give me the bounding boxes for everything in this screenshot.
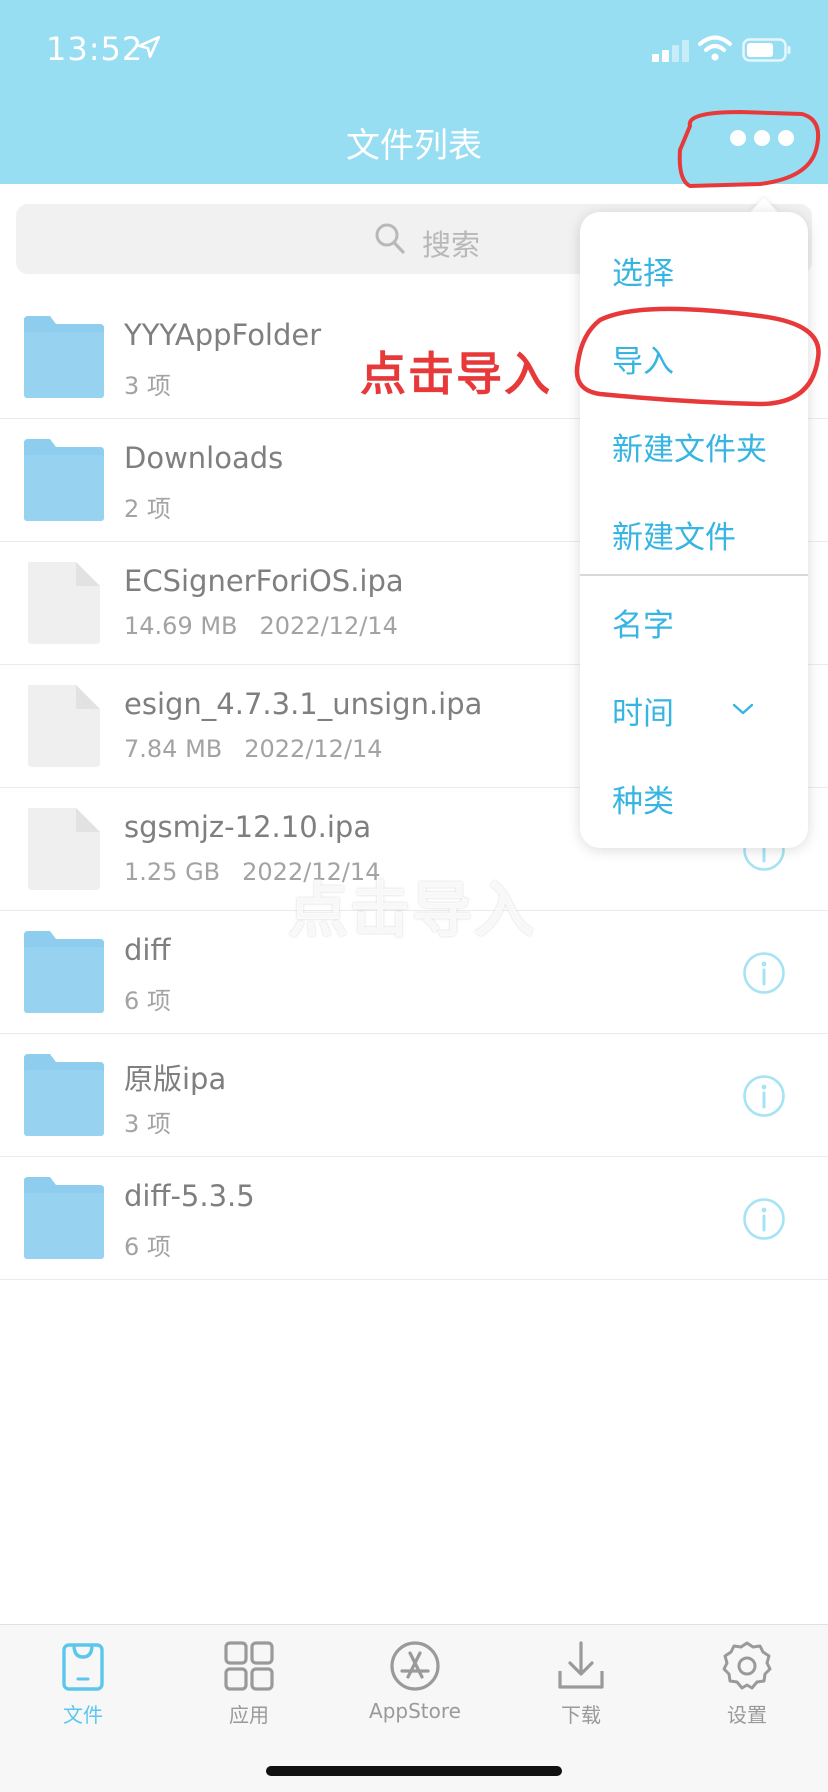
document-icon	[24, 685, 104, 767]
wifi-icon	[698, 35, 732, 61]
appstore-icon	[390, 1641, 440, 1691]
info-icon[interactable]	[742, 1197, 786, 1241]
file-size: 7.84 MB	[124, 735, 223, 763]
tab-downloads[interactable]: 下载	[498, 1639, 664, 1739]
tab-label-downloads: 下载	[561, 1703, 601, 1727]
file-size: 1.25 GB	[124, 858, 221, 886]
folder-icon	[24, 439, 104, 521]
watermark-text: 点击导入	[288, 876, 536, 946]
menu-item-import[interactable]: 导入	[612, 336, 674, 381]
file-size: 2 项	[124, 495, 171, 523]
file-meta: 2 项	[124, 489, 171, 524]
file-name: diff-5.3.5	[124, 1179, 255, 1213]
folder-icon	[24, 1054, 104, 1136]
tab-label-settings: 设置	[727, 1703, 767, 1727]
tab-apps[interactable]: 应用	[166, 1639, 332, 1739]
tab-label-apps: 应用	[229, 1703, 269, 1727]
file-name: Downloads	[124, 441, 284, 475]
navigation-header: 13:52 文件列表	[0, 0, 828, 184]
location-arrow-icon	[137, 35, 161, 59]
home-indicator	[266, 1766, 562, 1776]
file-size: 3 项	[124, 372, 171, 400]
tab-appstore[interactable]: AppStore	[332, 1639, 498, 1739]
menu-item-new-folder[interactable]: 新建文件夹	[612, 424, 767, 469]
battery-icon	[742, 38, 791, 62]
file-size: 3 项	[124, 1110, 171, 1138]
file-meta: 7.84 MB 2022/12/14	[124, 735, 383, 763]
tab-label-files: 文件	[63, 1703, 103, 1727]
file-date: 2022/12/14	[259, 612, 398, 640]
info-icon[interactable]	[742, 951, 786, 995]
file-meta: 6 项	[124, 1227, 171, 1262]
search-icon	[375, 223, 405, 254]
menu-item-select[interactable]: 选择	[612, 248, 674, 293]
cellular-signal-icon	[652, 40, 690, 62]
document-icon	[24, 562, 104, 644]
file-meta: 6 项	[124, 981, 171, 1016]
document-icon	[24, 808, 104, 890]
file-meta: 14.69 MB 2022/12/14	[124, 612, 398, 640]
menu-divider	[580, 574, 808, 576]
info-icon[interactable]	[742, 1074, 786, 1118]
folder-icon	[24, 931, 104, 1013]
ellipsis-icon	[730, 130, 746, 146]
file-size: 6 项	[124, 1233, 171, 1261]
chevron-down-icon	[732, 703, 754, 715]
menu-item-sort-name[interactable]: 名字	[612, 600, 674, 645]
file-date: 2022/12/14	[244, 735, 383, 763]
file-name: sgsmjz-12.10.ipa	[124, 810, 372, 844]
bag-icon	[62, 1643, 104, 1691]
file-name: ECSignerForiOS.ipa	[124, 564, 404, 598]
menu-item-sort-time-label: 时间	[612, 696, 674, 732]
menu-item-sort-time[interactable]: 时间	[612, 688, 772, 733]
folder-icon	[24, 316, 104, 398]
file-meta: 3 项	[124, 1104, 171, 1139]
file-name: 原版ipa	[124, 1062, 227, 1096]
annotation-label: 点击导入	[360, 347, 552, 401]
more-options-button[interactable]	[730, 124, 794, 152]
tab-label-appstore: AppStore	[369, 1699, 461, 1723]
status-time: 13:52	[46, 30, 144, 68]
folder-icon	[24, 1177, 104, 1259]
file-name: esign_4.7.3.1_unsign.ipa	[124, 687, 483, 721]
file-row[interactable]: 原版ipa 3 项	[0, 1034, 828, 1157]
file-row[interactable]: diff-5.3.5 6 项	[0, 1157, 828, 1280]
grid-icon	[224, 1641, 274, 1691]
file-name: diff	[124, 933, 171, 967]
gear-icon	[722, 1641, 772, 1690]
tab-files[interactable]: 文件	[0, 1639, 166, 1739]
file-size: 6 项	[124, 987, 171, 1015]
menu-item-sort-kind[interactable]: 种类	[612, 776, 674, 821]
file-meta: 3 项	[124, 366, 171, 401]
search-placeholder: 搜索	[422, 228, 481, 262]
menu-item-new-file[interactable]: 新建文件	[612, 512, 736, 557]
tab-settings[interactable]: 设置	[664, 1639, 828, 1739]
more-options-menu: 选择 导入 新建文件夹 新建文件 名字 时间 种类	[580, 212, 808, 848]
page-title: 文件列表	[346, 126, 482, 166]
file-size: 14.69 MB	[124, 612, 238, 640]
file-name: YYYAppFolder	[124, 318, 322, 352]
download-icon	[558, 1641, 604, 1689]
